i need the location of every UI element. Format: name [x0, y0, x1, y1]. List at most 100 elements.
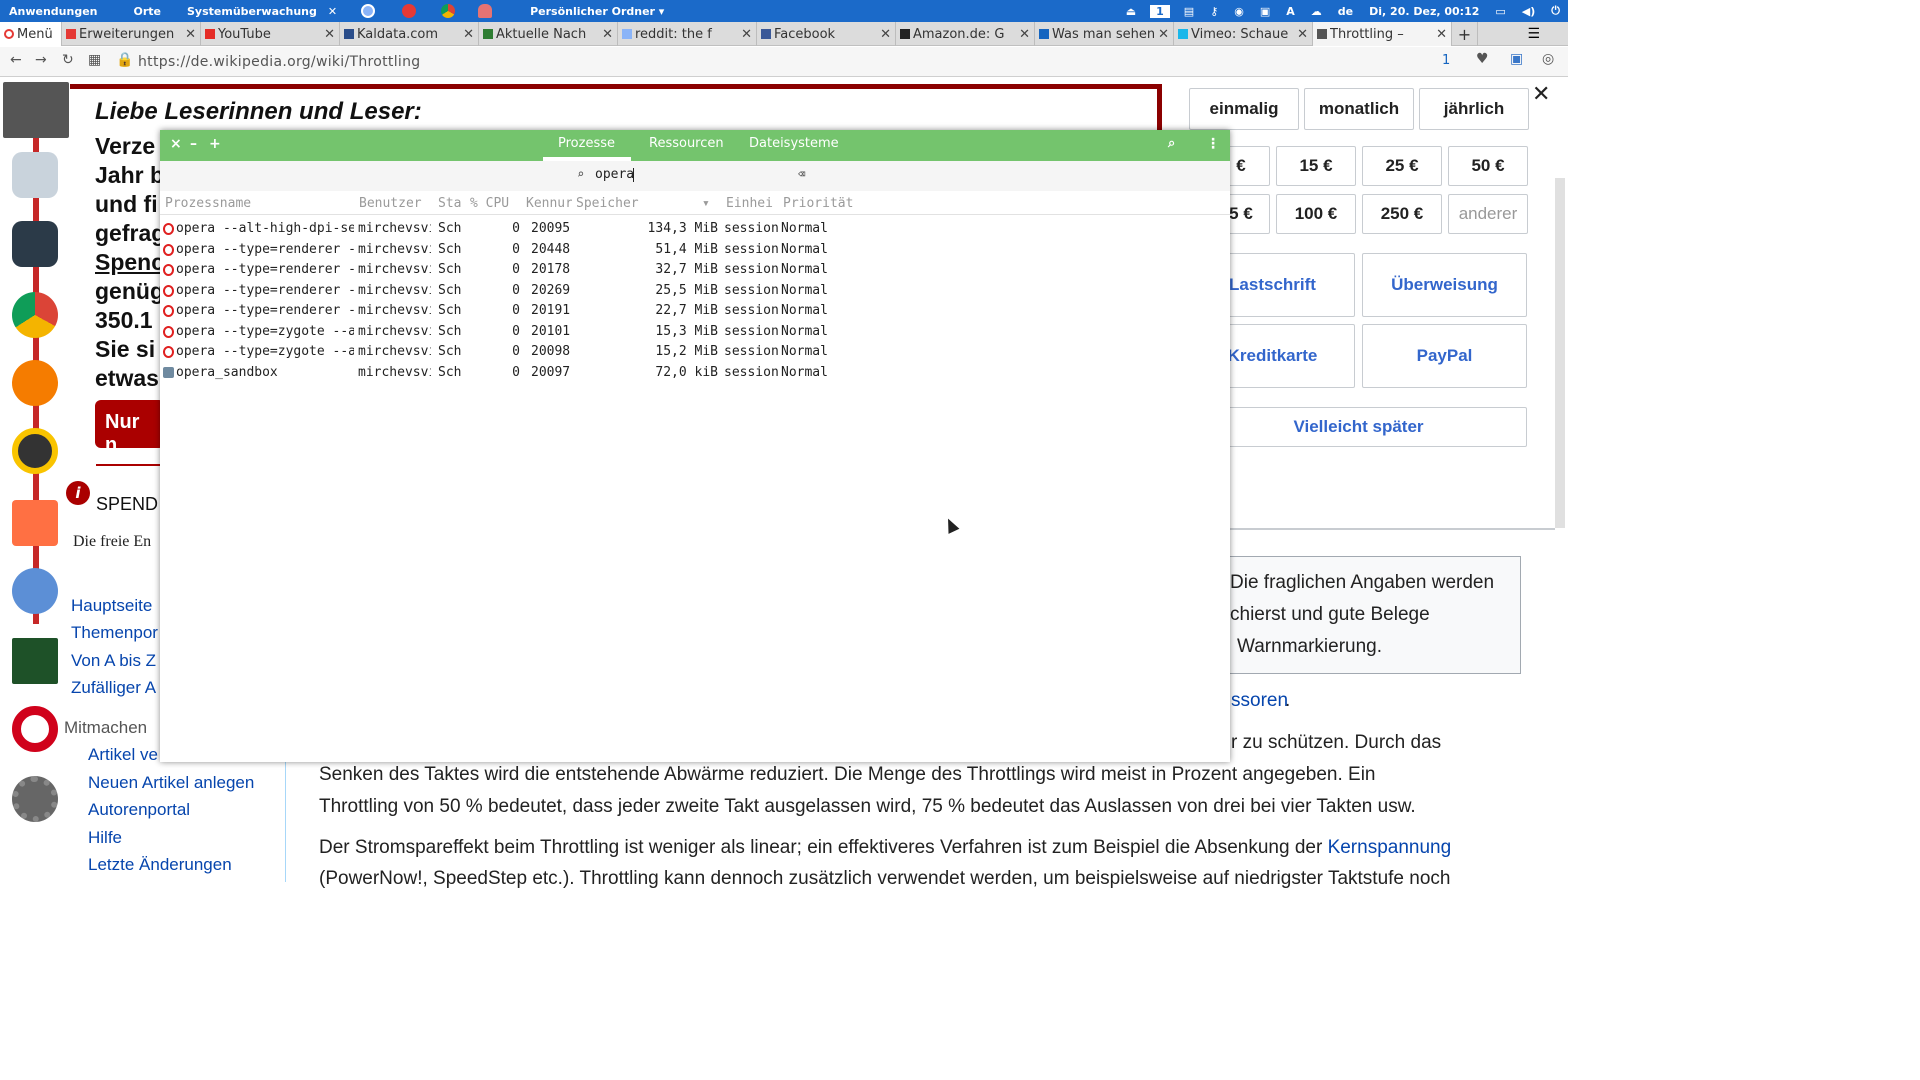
ghost-icon[interactable] [478, 4, 493, 18]
apps-grid-icon[interactable] [3, 82, 69, 138]
pay-transfer-button[interactable]: Überweisung [1362, 253, 1527, 317]
tab-resources[interactable]: Ressourcen [649, 136, 724, 151]
chrome-icon[interactable] [12, 292, 58, 338]
tab-close-icon[interactable]: ✕ [1436, 27, 1447, 42]
tab-menu-icon[interactable]: ☰ [1527, 26, 1540, 42]
window-maximize-icon[interactable]: + [209, 136, 221, 152]
opera-dock-icon[interactable] [12, 706, 58, 752]
places-menu[interactable]: Orte [125, 5, 171, 18]
extension-icon[interactable]: ▣ [1510, 51, 1523, 67]
terminal-icon[interactable] [12, 221, 58, 267]
files-icon[interactable] [12, 152, 58, 198]
amount-100-button[interactable]: 100 € [1276, 194, 1356, 234]
system-monitor-icon[interactable] [12, 638, 58, 684]
new-tab-button[interactable]: + [1452, 22, 1478, 46]
document-icon[interactable] [12, 500, 58, 546]
system-monitor-menu[interactable]: Systemüberwachung [178, 5, 326, 18]
volume-icon[interactable]: ◀) [1514, 5, 1544, 18]
window-minimize-icon[interactable]: – [190, 136, 197, 152]
col-memory[interactable]: Speicher [576, 196, 706, 211]
process-row[interactable]: opera_sandbox mirchevsvi Sch 0 20097 72,0 kiB… [160, 363, 1230, 383]
nav-new-article[interactable]: Neuen Artikel anlegen [88, 773, 254, 793]
search-icon[interactable]: ⌕ [1168, 136, 1175, 151]
tab-processes[interactable]: Prozesse [558, 136, 615, 151]
browser-tab[interactable]: Erweiterungen ✕ [62, 22, 201, 46]
nav-autorenportal[interactable]: Autorenportal [88, 800, 190, 820]
browser-tab[interactable]: Aktuelle Nach ✕ [479, 22, 618, 46]
url-field[interactable]: https://de.wikipedia.org/wiki/Throttling [138, 54, 420, 70]
tab-close-icon[interactable]: ✕ [602, 27, 613, 42]
process-row[interactable]: opera --type=renderer -- mirchevsvi Sch 0 20… [160, 240, 1230, 260]
browser-tab[interactable]: Was man sehen ✕ [1035, 22, 1174, 46]
clock[interactable]: Di, 20. Dez, 00:12 [1361, 5, 1487, 18]
col-unit[interactable]: Einhei [726, 196, 778, 211]
keyboard-icon[interactable]: A [1278, 5, 1303, 18]
amount-other-field[interactable]: anderer [1448, 194, 1528, 234]
process-row[interactable]: opera --type=renderer -- mirchevsvi Sch 0 20… [160, 281, 1230, 301]
page-scrollbar[interactable] [1555, 178, 1565, 528]
language-indicator[interactable]: de [1330, 5, 1361, 18]
account-icon[interactable]: ◎ [1542, 51, 1554, 67]
accessibility-icon[interactable]: ▣ [1252, 5, 1278, 18]
col-state[interactable]: Sta [438, 196, 468, 211]
applications-menu[interactable]: Anwendungen [0, 5, 107, 18]
amount-15-button[interactable]: 15 € [1276, 146, 1356, 186]
tab-close-icon[interactable]: ✕ [1297, 27, 1308, 42]
link-kernspannung[interactable]: Kernspannung [1328, 837, 1452, 858]
nav-random[interactable]: Zufälliger A [71, 678, 156, 698]
maybe-later-button[interactable]: Vielleicht später [1190, 407, 1527, 447]
col-id[interactable]: Kennur [526, 196, 572, 211]
weather-icon[interactable]: ☁ [1303, 5, 1330, 18]
close-icon[interactable]: ✕ [328, 5, 337, 18]
link-prozessoren[interactable]: ssoren [1231, 690, 1288, 712]
sort-desc-icon[interactable]: ▾ [702, 196, 710, 211]
nav-artikel[interactable]: Artikel ve [88, 745, 158, 765]
tab-close-icon[interactable]: ✕ [324, 27, 335, 42]
close-banner-icon[interactable]: ✕ [1532, 82, 1550, 107]
browser-tab[interactable]: YouTube ✕ [201, 22, 340, 46]
process-row[interactable]: opera --alt-high-dpi-set mirchevsvi Sch 0 20… [160, 219, 1230, 239]
nav-hauptseite[interactable]: Hauptseite [71, 596, 152, 616]
tab-filesystems[interactable]: Dateisysteme [749, 136, 839, 151]
amount-50-button[interactable]: 50 € [1448, 146, 1528, 186]
process-row[interactable]: opera --type=renderer -- mirchevsvi Sch 0 20… [160, 301, 1230, 321]
browser-tab[interactable]: Facebook ✕ [757, 22, 896, 46]
process-row[interactable]: opera --type=zygote --al mirchevsvi Sch 0 20… [160, 342, 1230, 362]
nav-hilfe[interactable]: Hilfe [88, 828, 122, 848]
tab-close-icon[interactable]: ✕ [880, 27, 891, 42]
window-close-icon[interactable]: × [170, 136, 182, 152]
browser-tab[interactable]: reddit: the f ✕ [618, 22, 757, 46]
display-icon[interactable]: ▭ [1487, 5, 1513, 18]
tab-close-icon[interactable]: ✕ [1158, 27, 1169, 42]
freq-once-button[interactable]: einmalig [1189, 88, 1299, 130]
home-folder-menu[interactable]: Persönlicher Ordner ▾ [521, 5, 673, 18]
workspace-indicator[interactable]: 1 [1150, 4, 1170, 18]
tab-close-icon[interactable]: ✕ [463, 27, 474, 42]
col-priority[interactable]: Priorität [783, 196, 863, 211]
process-search-input[interactable]: ⌕ opera ⌫ [573, 165, 818, 187]
pay-paypal-button[interactable]: PayPal [1362, 324, 1527, 388]
settings-gear-icon[interactable] [12, 776, 58, 822]
nav-recent-changes[interactable]: Letzte Änderungen [88, 855, 232, 875]
firefox-icon[interactable] [12, 360, 58, 406]
browser-tab[interactable]: Kaldata.com ✕ [340, 22, 479, 46]
banner-donate-button[interactable]: Nur n [95, 400, 165, 456]
chrome-launcher-icon[interactable] [441, 4, 456, 18]
back-icon[interactable]: ← [10, 52, 22, 68]
tab-close-icon[interactable]: ✕ [741, 27, 752, 42]
freq-yearly-button[interactable]: jährlich [1419, 88, 1529, 130]
vpn-badge[interactable]: 1 [1442, 53, 1450, 68]
amount-25-button[interactable]: 25 € [1362, 146, 1442, 186]
eject-icon[interactable]: ⏏ [1118, 5, 1144, 18]
browser-tab[interactable]: Vimeo: Schaue ✕ [1174, 22, 1313, 46]
tab-close-icon[interactable]: ✕ [185, 27, 196, 42]
pidgin-icon[interactable] [12, 568, 58, 614]
browser-tab[interactable]: Throttling – ✕ [1313, 22, 1452, 46]
nav-a-bis-z[interactable]: Von A bis Z [71, 651, 156, 671]
speaker-icon[interactable] [12, 428, 58, 474]
forward-icon[interactable]: → [35, 52, 47, 68]
process-row[interactable]: opera --type=renderer -- mirchevsvi Sch 0 20… [160, 260, 1230, 280]
menu-kebab-icon[interactable]: ⋮ [1206, 136, 1220, 152]
speed-dial-icon[interactable]: ▦ [88, 52, 101, 68]
bug-icon[interactable] [402, 4, 417, 18]
